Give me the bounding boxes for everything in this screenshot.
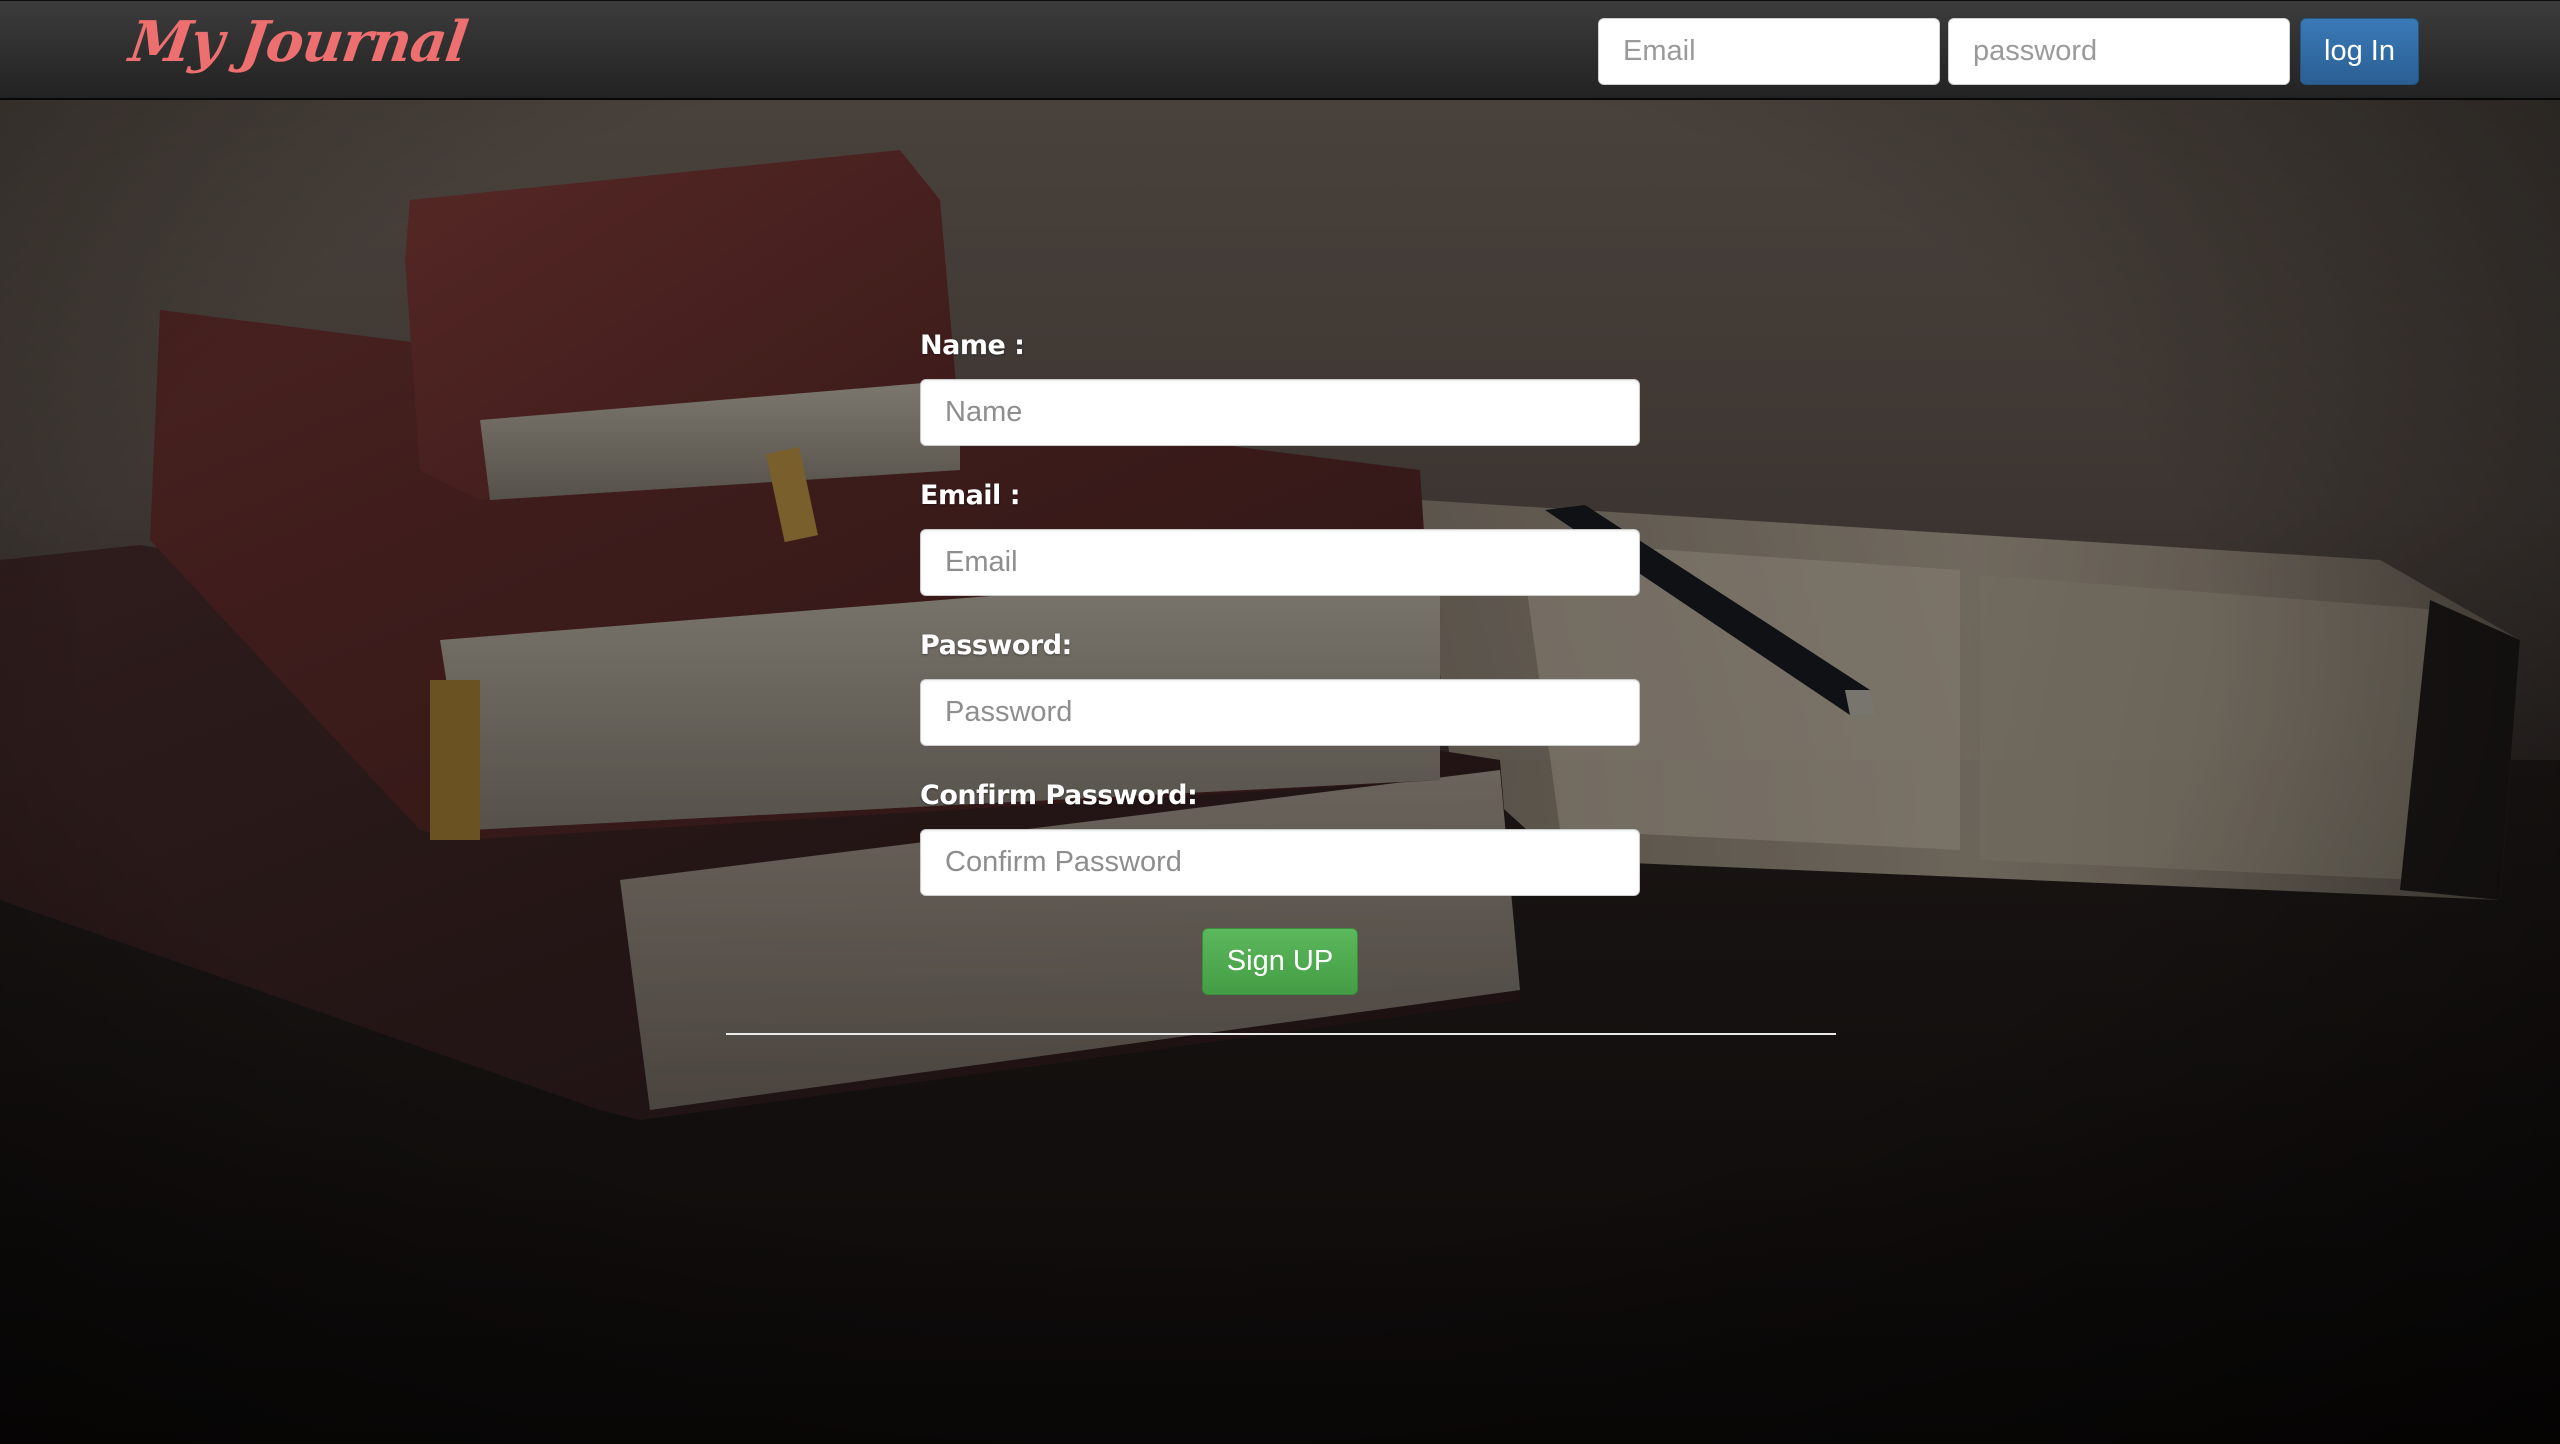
confirm-password-label: Confirm Password: [920, 780, 1198, 811]
brand-logo[interactable]: My Journal [125, 9, 471, 75]
divider [726, 1033, 1836, 1035]
signup-button[interactable]: Sign UP [1202, 928, 1358, 995]
navbar-email-input[interactable] [1598, 18, 1940, 85]
name-input[interactable] [920, 379, 1640, 446]
email-label: Email : [920, 480, 1021, 511]
navbar-password-input[interactable] [1948, 18, 2290, 85]
email-input[interactable] [920, 529, 1640, 596]
login-button[interactable]: log In [2300, 18, 2419, 85]
confirm-password-input[interactable] [920, 829, 1640, 896]
password-label: Password: [920, 630, 1072, 661]
password-input[interactable] [920, 679, 1640, 746]
name-label: Name : [920, 330, 1025, 361]
navbar: My Journal log In [0, 0, 2560, 100]
page: My Journal log In Name : Email : Passwor… [0, 0, 2560, 1444]
